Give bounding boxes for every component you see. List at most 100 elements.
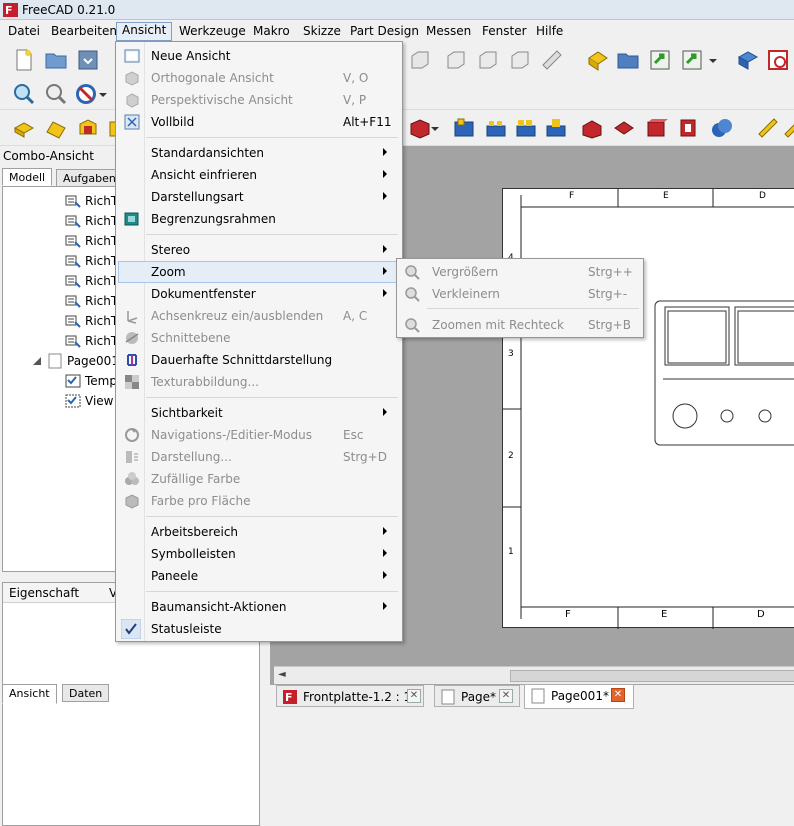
pocket-icon[interactable] (408, 116, 432, 140)
save-icon[interactable] (76, 48, 100, 72)
clipping-plane-icon (125, 332, 139, 344)
menu-item-verkleinern[interactable]: Verkleinern Strg+- (399, 283, 641, 305)
ruler-label-left: 3 (508, 349, 514, 359)
chevron-down-icon[interactable] (430, 116, 440, 140)
submenu-arrow-icon (383, 602, 387, 610)
tab-daten[interactable]: Daten (62, 684, 110, 702)
sketch-icon[interactable] (766, 48, 790, 72)
ruler-label-bottom: D (757, 609, 765, 620)
menu-skizze[interactable]: Skizze (303, 23, 341, 41)
menu-item-arbeitsbereich[interactable]: Arbeitsbereich (118, 521, 400, 543)
fit-all-icon[interactable] (12, 82, 36, 106)
menu-item-achsenkreuz[interactable]: Achsenkreuz ein/ausblenden A, C (118, 305, 400, 327)
scroll-left-icon[interactable]: ◄ (278, 669, 286, 680)
chevron-down-icon[interactable] (708, 48, 718, 72)
thickness-icon[interactable] (676, 116, 700, 140)
menu-item-neue-ansicht[interactable]: Neue Ansicht (118, 45, 400, 67)
measure-linear-icon[interactable] (756, 116, 780, 140)
close-icon[interactable]: ✕ (611, 688, 625, 702)
close-icon[interactable]: ✕ (499, 689, 513, 703)
polar-pattern-icon[interactable] (514, 116, 538, 140)
view-bottom-icon[interactable] (444, 48, 468, 72)
fillet-icon[interactable] (580, 116, 604, 140)
measure-ruler-icon[interactable] (540, 48, 564, 72)
menu-item-farbe-pro-flaeche[interactable]: Farbe pro Fläche (118, 490, 400, 512)
menu-item-navigations-modus[interactable]: Navigations-/Editier-Modus Esc (118, 424, 400, 446)
menu-item-dokumentfenster[interactable]: Dokumentfenster (118, 283, 400, 305)
fit-selection-icon[interactable] (44, 82, 68, 106)
menu-item-standardansichten[interactable]: Standardansichten (118, 142, 400, 164)
link-icon[interactable] (648, 48, 672, 72)
chamfer-icon[interactable] (612, 116, 636, 140)
body-icon[interactable] (736, 48, 760, 72)
measure-angular-icon[interactable] (782, 116, 794, 140)
bounding-box-icon (124, 212, 139, 226)
menu-bearbeiten[interactable]: Bearbeiten (51, 23, 117, 41)
menu-item-perspektivische-ansicht[interactable]: Perspektivische Ansicht V, P (118, 89, 400, 111)
tab-ansicht[interactable]: Ansicht (2, 684, 57, 704)
ansicht-menu: Neue Ansicht Orthogonale Ansicht V, O Pe… (115, 41, 403, 642)
mirrored-icon[interactable] (452, 116, 476, 140)
menu-item-darstellungsart[interactable]: Darstellungsart (118, 186, 400, 208)
menu-item-texturabbildung[interactable]: Texturabbildung... (118, 371, 400, 393)
part-icon[interactable] (586, 48, 610, 72)
menu-item-orthogonale-ansicht[interactable]: Orthogonale Ansicht V, O (118, 67, 400, 89)
open-folder-icon[interactable] (44, 48, 68, 72)
group-folder-icon[interactable] (616, 48, 640, 72)
menu-item-zoom[interactable]: Zoom (118, 261, 400, 283)
close-icon[interactable]: ✕ (407, 689, 421, 703)
tab-frontplatte[interactable]: F Frontplatte-1.2 : 1* ✕ (276, 685, 424, 707)
richtext-annotation-icon (65, 275, 81, 288)
menu-hilfe[interactable]: Hilfe (536, 23, 563, 41)
new-document-icon[interactable] (12, 48, 36, 72)
pad-icon[interactable] (12, 116, 36, 140)
svg-text:F: F (5, 4, 13, 17)
menu-item-vollbild[interactable]: Vollbild Alt+F11 (118, 111, 400, 133)
menu-item-statusleiste[interactable]: Statusleiste (118, 618, 400, 640)
menu-datei[interactable]: Datei (8, 23, 40, 41)
view-axo-icon[interactable] (508, 48, 532, 72)
menu-item-stereo[interactable]: Stereo (118, 239, 400, 261)
draw-style-icon[interactable] (74, 82, 98, 106)
submenu-arrow-icon (383, 267, 387, 275)
tree-collapse-icon[interactable] (33, 357, 41, 365)
menu-item-zufaellige-farbe[interactable]: Zufällige Farbe (118, 468, 400, 490)
draft-icon[interactable] (644, 116, 668, 140)
tab-page001[interactable]: Page001* ✕ (524, 684, 634, 709)
menu-item-symbolleisten[interactable]: Symbolleisten (118, 543, 400, 565)
tab-page[interactable]: Page* ✕ (434, 685, 520, 707)
tab-modell[interactable]: Modell (2, 168, 53, 186)
menu-item-vergroessern[interactable]: Vergrößern Strg++ (399, 261, 641, 283)
menu-item-begrenzungsrahmen[interactable]: Begrenzungsrahmen (118, 208, 400, 230)
menu-werkzeuge[interactable]: Werkzeuge (179, 23, 246, 41)
orthographic-cube-icon (125, 71, 139, 86)
additive-loft-icon[interactable] (76, 116, 100, 140)
scrollbar-thumb[interactable] (510, 670, 794, 682)
menu-item-darstellung[interactable]: Darstellung... Strg+D (118, 446, 400, 468)
menu-item-schnittebene[interactable]: Schnittebene (118, 327, 400, 349)
boolean-icon[interactable] (710, 116, 734, 140)
menu-item-dauerhafte-schnittdarstellung[interactable]: Dauerhafte Schnittdarstellung (118, 349, 400, 371)
menu-fenster[interactable]: Fenster (482, 23, 527, 41)
menu-ansicht[interactable]: Ansicht (116, 22, 173, 41)
drawing-sheet[interactable]: F E D F E D 4 3 2 1 (502, 188, 794, 629)
appearance-icon (126, 451, 138, 463)
view-left-icon[interactable] (476, 48, 500, 72)
menu-item-baumansicht-aktionen[interactable]: Baumansicht-Aktionen (118, 596, 400, 618)
tab-aufgaben[interactable]: Aufgaben (56, 169, 123, 187)
menu-makro[interactable]: Makro (253, 23, 290, 41)
horizontal-scrollbar[interactable]: ◄ (274, 666, 794, 684)
view-rear-icon[interactable] (408, 48, 432, 72)
menu-messen[interactable]: Messen (426, 23, 471, 41)
ruler-label-left: 2 (508, 451, 514, 461)
menu-item-ansicht-einfrieren[interactable]: Ansicht einfrieren (118, 164, 400, 186)
revolution-icon[interactable] (44, 116, 68, 140)
linear-pattern-icon[interactable] (484, 116, 508, 140)
menu-part-design[interactable]: Part Design (350, 23, 419, 41)
link-actions-icon[interactable] (680, 48, 704, 72)
menu-item-zoomen-mit-rechteck[interactable]: Zoomen mit Rechteck Strg+B (399, 314, 641, 336)
menu-item-sichtbarkeit[interactable]: Sichtbarkeit (118, 402, 400, 424)
multi-transform-icon[interactable] (544, 116, 568, 140)
chevron-down-icon[interactable] (98, 82, 108, 106)
menu-item-paneele[interactable]: Paneele (118, 565, 400, 587)
